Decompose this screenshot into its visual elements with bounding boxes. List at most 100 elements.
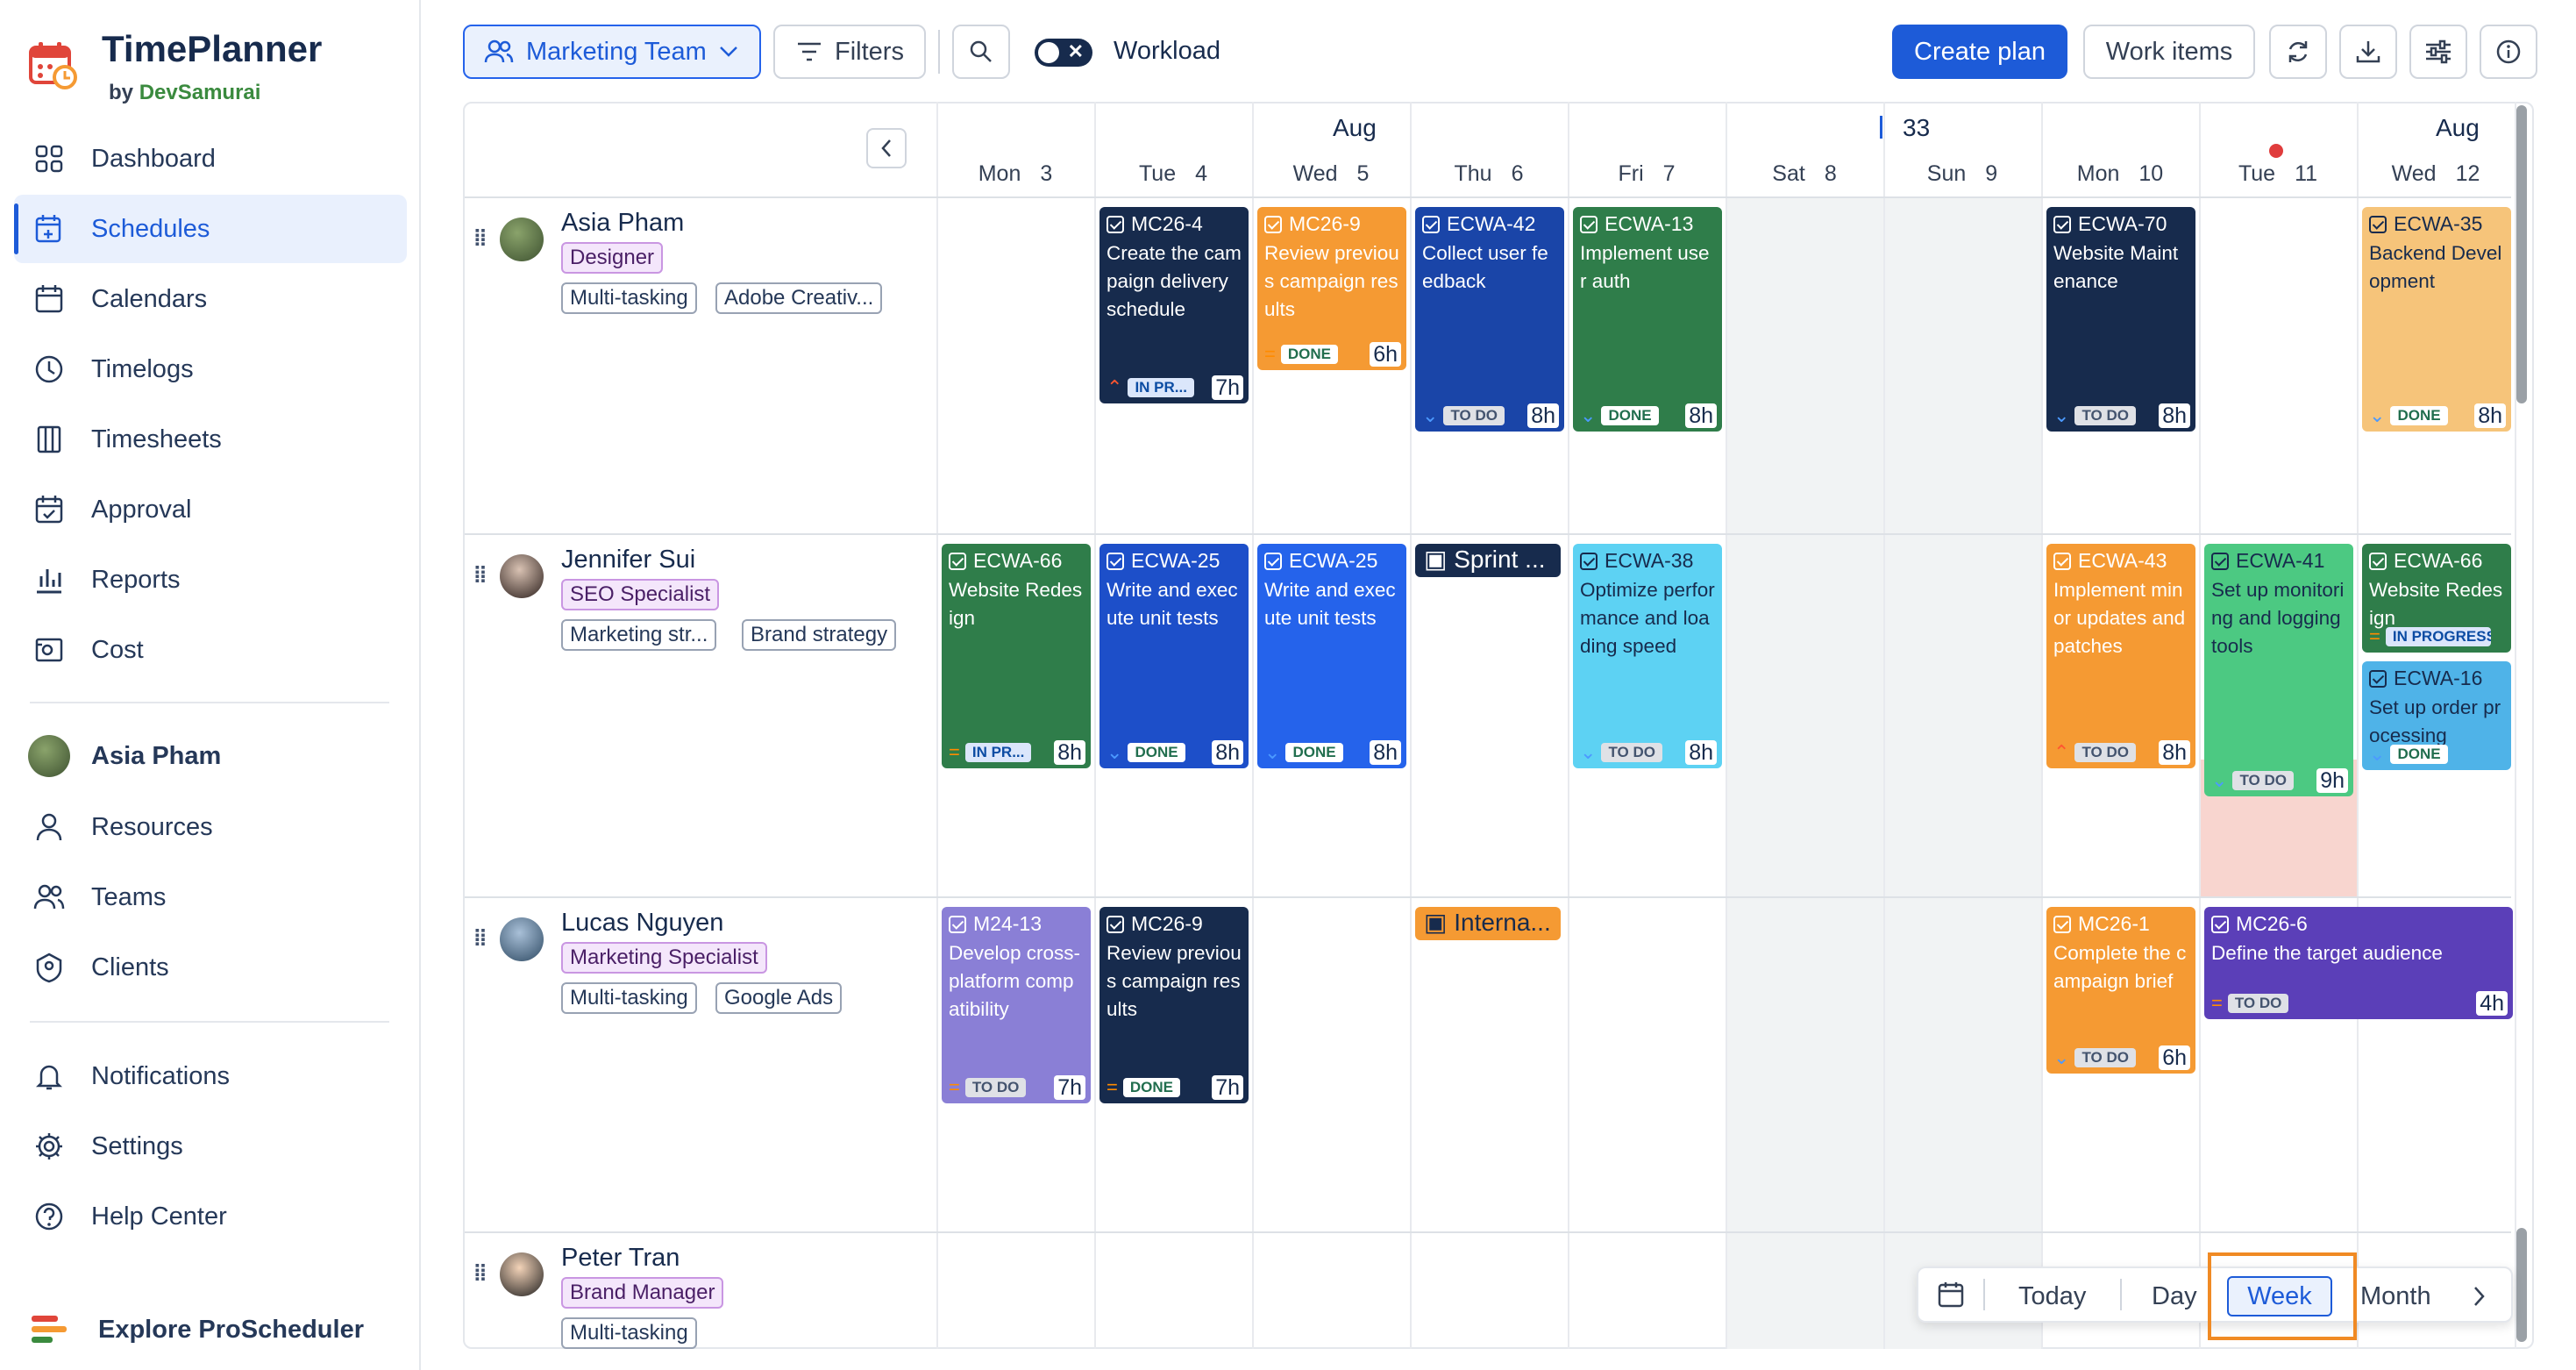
resource-name[interactable]: Peter Tran xyxy=(561,1244,680,1273)
task-card[interactable]: MC26-6 Define the target audience = TO DO 4h xyxy=(2204,907,2513,1019)
sidebar-item-teams[interactable]: Teams xyxy=(14,863,407,931)
task-card[interactable]: ECWA-25 Write and execute unit tests ⌄ DONE… xyxy=(1257,544,1406,768)
sidebar-item-dashboard[interactable]: Dashboard xyxy=(14,125,407,193)
view-settings-button[interactable] xyxy=(2409,25,2467,79)
teams-icon xyxy=(33,881,65,913)
drag-handle-icon[interactable]: ⁞⁞ xyxy=(473,225,491,251)
by-text: by xyxy=(109,81,134,104)
task-card[interactable]: MC26-9 Review previous campaign results = D… xyxy=(1257,207,1406,370)
task-card[interactable]: ECWA-25 Write and execute unit tests ⌄ DONE… xyxy=(1099,544,1249,768)
task-key: MC26-4 xyxy=(1131,212,1203,235)
refresh-button[interactable] xyxy=(2269,25,2327,79)
bell-icon xyxy=(33,1060,65,1092)
explore-proscheduler-link[interactable]: Explore ProScheduler xyxy=(98,1316,364,1345)
info-icon xyxy=(2496,39,2521,64)
month-view-button[interactable]: Month xyxy=(2360,1282,2431,1311)
avatar[interactable] xyxy=(28,735,70,777)
task-card[interactable]: ECWA-42 Collect user feedback ⌄ TO DO 8h xyxy=(1415,207,1564,432)
app-logo-icon xyxy=(29,42,77,89)
drag-handle-icon[interactable]: ⁞⁞ xyxy=(473,924,491,951)
task-card[interactable]: ECWA-41 Set up monitoring and logging too… xyxy=(2204,544,2353,796)
task-card[interactable]: ECWA-35 Backend Development ⌄ DONE 8h xyxy=(2362,207,2511,432)
sidebar-item-settings[interactable]: Settings xyxy=(14,1112,407,1181)
priority-low-icon: ⌄ xyxy=(1422,404,1439,426)
sidebar-item-cost[interactable]: Cost xyxy=(14,616,407,684)
refresh-icon xyxy=(2288,41,2308,62)
chevron-left-icon xyxy=(881,139,891,157)
drag-handle-icon[interactable]: ⁞⁞ xyxy=(473,1259,491,1286)
task-card[interactable]: MC26-9 Review previous campaign results = D… xyxy=(1099,907,1249,1103)
sidebar-item-resources[interactable]: Resources xyxy=(14,793,407,861)
resource-name[interactable]: Jennifer Sui xyxy=(561,546,695,574)
event-card[interactable]: ▣ Interna... xyxy=(1415,907,1561,940)
info-button[interactable] xyxy=(2480,25,2537,79)
work-items-button[interactable]: Work items xyxy=(2083,25,2255,79)
task-card[interactable]: ECWA-13 Implement user auth ⌄ DONE 8h xyxy=(1573,207,1722,432)
timesheet-icon xyxy=(33,424,65,455)
sidebar-item-timesheets[interactable]: Timesheets xyxy=(14,405,407,474)
download-button[interactable] xyxy=(2339,25,2397,79)
vertical-scrollbar-lower[interactable] xyxy=(2516,1228,2527,1342)
weekend-column xyxy=(1883,198,2041,1349)
task-key: ECWA-35 xyxy=(2394,212,2483,235)
sidebar-item-help-center[interactable]: Help Center xyxy=(14,1182,407,1251)
drag-handle-icon[interactable]: ⁞⁞ xyxy=(473,561,491,588)
sidebar-item-label: Timesheets xyxy=(91,425,222,453)
sidebar-item-approval[interactable]: Approval xyxy=(14,475,407,544)
priority-med-icon: = xyxy=(949,1076,960,1098)
event-card[interactable]: ▣ Sprint ... xyxy=(1415,544,1561,577)
day-column-line xyxy=(1252,102,1254,1349)
task-key: ECWA-70 xyxy=(2078,212,2167,235)
status-badge: TO DO xyxy=(964,1078,1027,1097)
day-header: Mon 10 xyxy=(2041,161,2199,187)
resource-name[interactable]: Asia Pham xyxy=(561,209,684,238)
workload-toggle[interactable]: ✕ xyxy=(1035,39,1092,67)
task-type-icon xyxy=(2369,215,2387,233)
search-button[interactable] xyxy=(952,25,1010,79)
day-view-button[interactable]: Day xyxy=(2152,1282,2197,1311)
task-key-row: M24-13 xyxy=(949,912,1084,936)
workload-label: Workload xyxy=(1114,37,1220,65)
task-card[interactable]: ECWA-66 Website Redesign = IN PR... 8h xyxy=(942,544,1091,768)
day-column-line xyxy=(2041,102,2043,1349)
avatar xyxy=(500,218,544,261)
task-card[interactable]: ECWA-16 Set up order processing ⌄ DONE xyxy=(2362,661,2511,770)
sidebar-item-reports[interactable]: Reports xyxy=(14,546,407,614)
task-key-row: ECWA-35 xyxy=(2369,212,2504,236)
sidebar-item-clients[interactable]: Clients xyxy=(14,933,407,1002)
task-card[interactable]: MC26-4 Create the campaign delivery sched… xyxy=(1099,207,1249,403)
today-button[interactable]: Today xyxy=(2018,1282,2086,1311)
calendar-icon[interactable] xyxy=(1938,1281,1964,1309)
status-badge: DONE xyxy=(1285,743,1343,762)
vertical-scrollbar[interactable] xyxy=(2516,105,2527,403)
task-card[interactable]: ECWA-70 Website Maintenance ⌄ TO DO 8h xyxy=(2046,207,2195,432)
chevron-right-icon[interactable] xyxy=(2473,1286,2487,1307)
task-key-row: ECWA-66 xyxy=(2369,549,2504,573)
view-switcher-divider xyxy=(1983,1279,1985,1310)
current-user-name[interactable]: Asia Pham xyxy=(91,742,221,771)
status-badge: TO DO xyxy=(2074,406,2136,425)
team-selector[interactable]: Marketing Team xyxy=(463,25,761,79)
task-title: Develop cross-platform compatibility xyxy=(949,942,1081,1020)
task-card[interactable]: MC26-1 Complete the campaign brief ⌄ TO DO 6… xyxy=(2046,907,2195,1074)
task-card[interactable]: ECWA-66 Website Redesign = IN PROGRESS xyxy=(2362,544,2511,653)
resource-name[interactable]: Lucas Nguyen xyxy=(561,909,723,938)
day-header: Wed 5 xyxy=(1252,161,1410,187)
sidebar-item-schedules[interactable]: Schedules xyxy=(14,195,407,263)
priority-med-icon: = xyxy=(1107,1076,1118,1098)
sidebar-item-timelogs[interactable]: Timelogs xyxy=(14,335,407,403)
filters-button[interactable]: Filters xyxy=(773,25,926,79)
task-type-icon xyxy=(1107,215,1124,233)
sidebar-item-calendars[interactable]: Calendars xyxy=(14,265,407,333)
search-icon xyxy=(970,40,992,62)
task-footer: ⌄ DONE 8h xyxy=(1580,403,1717,428)
sidebar-item-notifications[interactable]: Notifications xyxy=(14,1042,407,1110)
task-card[interactable]: ECWA-43 Implement minor updates and patch… xyxy=(2046,544,2195,768)
task-card[interactable]: M24-13 Develop cross-platform compatibili… xyxy=(942,907,1091,1103)
app-byline: by DevSamurai xyxy=(109,81,260,105)
skill-tag: Brand strategy xyxy=(742,619,897,651)
task-card[interactable]: ECWA-38 Optimize performance and loading … xyxy=(1573,544,1722,768)
day-header: Thu 6 xyxy=(1410,161,1568,187)
create-plan-button[interactable]: Create plan xyxy=(1892,25,2067,79)
collapse-panel-button[interactable] xyxy=(866,128,907,168)
